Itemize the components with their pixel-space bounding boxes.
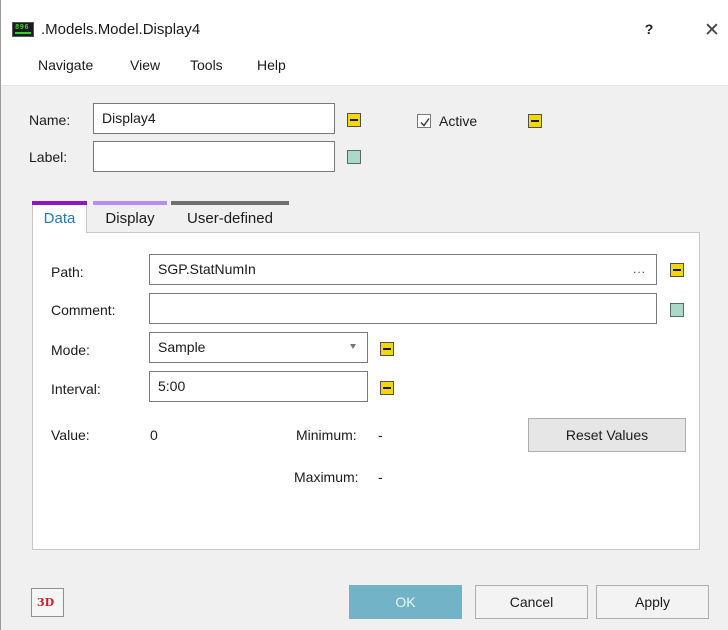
interval-label: Interval: [51,381,101,397]
tab-display-label: Display [105,210,155,227]
dialog-window: 896 .Models.Model.Display4 ? ✕ Navigate … [0,0,728,630]
tab-data-label: Data [43,210,76,227]
apply-button[interactable]: Apply [596,585,709,619]
menu-navigate[interactable]: Navigate [38,57,93,73]
menu-tools[interactable]: Tools [190,57,223,73]
name-field[interactable]: Display4 [93,103,335,134]
tab-display[interactable]: Display [93,201,167,232]
title-bar: 896 .Models.Model.Display4 ? ✕ [1,0,728,50]
chevron-down-icon [350,344,356,349]
mode-label: Mode: [51,342,90,358]
cancel-button[interactable]: Cancel [475,585,588,619]
path-edit-marker-icon[interactable] [670,263,684,277]
comment-field[interactable] [149,293,657,324]
maximum-label: Maximum: [294,469,359,485]
label-label: Label: [29,149,68,165]
browse-ellipsis-icon[interactable]: ... [633,262,646,276]
interval-field[interactable]: 5:00 [149,371,368,402]
menu-bar: Navigate View Tools Help [1,50,728,86]
mode-value: Sample [158,339,206,355]
mode-edit-marker-icon[interactable] [380,342,394,356]
value-label: Value: [51,427,90,443]
3d-view-button[interactable]: 3D [31,588,64,617]
window-title: .Models.Model.Display4 [41,21,201,38]
active-label: Active [439,113,478,129]
maximum-readout: - [378,469,383,485]
interval-edit-marker-icon[interactable] [380,381,394,395]
minimum-label: Minimum: [296,427,357,443]
tab-data[interactable]: Data [32,201,87,233]
tab-user-defined-color-bar [171,201,289,205]
3d-icon: 3D [37,596,55,609]
tab-user-defined-label: User-defined [187,210,273,227]
help-button[interactable]: ? [641,21,657,37]
app-display-icon: 896 [12,22,34,37]
tab-display-color-bar [93,201,167,205]
name-edit-marker-icon[interactable] [347,113,361,127]
minimum-readout: - [378,427,383,443]
active-edit-marker-icon[interactable] [528,114,542,128]
path-label: Path: [51,264,84,280]
app-icon-text: 896 [15,23,30,31]
name-label: Name: [29,112,71,128]
reset-values-button[interactable]: Reset Values [528,418,686,452]
comment-marker-icon[interactable] [670,303,684,317]
path-field[interactable]: SGP.StatNumIn ... [149,254,657,285]
value-readout: 0 [150,427,158,443]
path-value: SGP.StatNumIn [158,261,256,277]
menu-help[interactable]: Help [257,57,286,73]
label-field[interactable] [93,141,335,172]
checkmark-icon [420,118,430,127]
ok-button[interactable]: OK [349,585,462,619]
active-checkbox[interactable] [417,114,431,128]
comment-label: Comment: [51,302,116,318]
mode-select[interactable]: Sample [149,332,368,363]
menu-view[interactable]: View [130,57,160,73]
label-marker-icon[interactable] [347,150,361,164]
close-icon[interactable]: ✕ [703,19,721,42]
tab-data-color-bar [32,201,87,205]
tab-user-defined[interactable]: User-defined [171,201,289,232]
